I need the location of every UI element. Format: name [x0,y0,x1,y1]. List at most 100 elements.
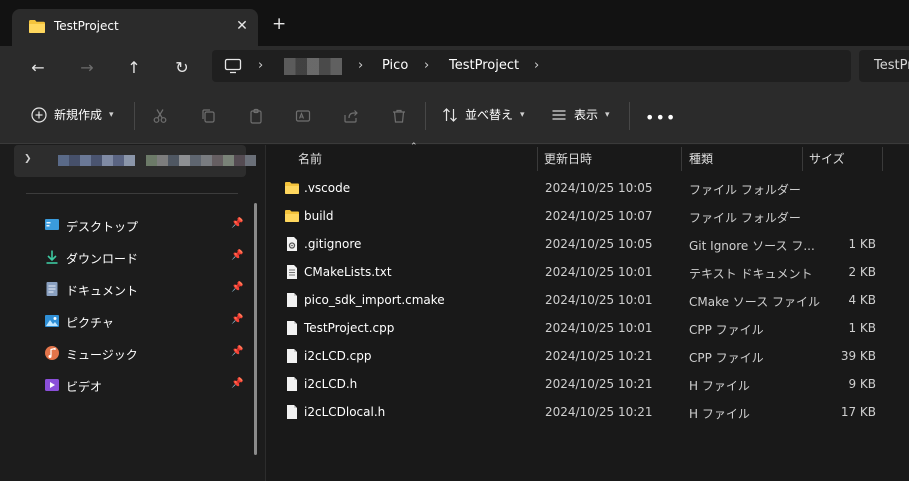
breadcrumb-testproject[interactable]: TestProject [449,58,519,73]
back-icon[interactable]: ← [27,56,49,78]
breadcrumb-separator: › [358,58,364,73]
pin-icon[interactable]: 📌 [231,282,243,293]
paste-icon[interactable] [246,106,266,126]
sidebar-item-label: ドキュメント [66,284,139,298]
file-icon [287,377,297,391]
close-tab-icon[interactable]: ✕ [232,16,252,36]
text-file-icon [287,265,297,279]
table-row[interactable]: i2cLCD.cpp 2024/10/25 10:21 CPP ファイル 39 … [266,342,909,370]
file-type: Git Ignore ソース フ... [689,239,815,253]
address-bar[interactable]: › › Pico › TestProject › [212,50,851,82]
sidebar-item-videos[interactable]: ビデオ 📌 [44,376,250,396]
sidebar-item-desktop[interactable]: デスクトップ 📌 [44,216,250,236]
more-options-icon[interactable]: ••• [645,108,676,127]
divider [629,102,630,130]
rename-icon[interactable] [293,106,313,126]
folder-icon [29,20,45,33]
cut-icon[interactable] [150,106,170,126]
chevron-down-icon: ▾ [109,109,114,120]
pin-icon[interactable]: 📌 [231,346,243,357]
chevron-down-icon: ▾ [520,109,525,120]
column-separator[interactable] [681,147,682,171]
file-name: i2cLCD.h [304,377,358,391]
view-label: 表示 [574,108,599,122]
file-size: 39 KB [840,349,876,363]
file-size: 4 KB [848,293,876,307]
file-type: H ファイル [689,407,750,421]
forward-icon[interactable]: → [76,56,98,78]
sort-label: 並べ替え [465,108,514,122]
file-name: CMakeLists.txt [304,265,392,279]
table-row[interactable]: .vscode 2024/10/25 10:05 ファイル フォルダー [266,174,909,202]
file-list: ⌃ 名前 更新日時 種類 サイズ .vscode 2024/10/25 10:0… [266,142,909,481]
table-row[interactable]: TestProject.cpp 2024/10/25 10:01 CPP ファイ… [266,314,909,342]
sidebar-item-downloads[interactable]: ダウンロード 📌 [44,248,250,268]
file-size: 1 KB [848,237,876,251]
tab-testproject[interactable]: TestProject ✕ [12,9,258,46]
address-row: ← → ↑ ↻ › › Pico › TestProject › TestPr [0,46,909,88]
column-separator[interactable] [537,147,538,171]
file-icon [287,293,297,307]
search-input[interactable]: TestPr [859,50,909,82]
table-row[interactable]: build 2024/10/25 10:07 ファイル フォルダー [266,202,909,230]
sort-button[interactable]: 並べ替え ▾ [442,106,525,123]
up-icon[interactable]: ↑ [123,56,145,78]
folder-icon [285,182,299,194]
file-name: .vscode [304,181,351,195]
new-button[interactable]: 新規作成 ▾ [31,106,114,123]
table-row[interactable]: CMakeLists.txt 2024/10/25 10:01 テキスト ドキュ… [266,258,909,286]
file-modified: 2024/10/25 10:05 [545,181,653,195]
navigation-pane: ❯ デスクトップ 📌 ダウンロード 📌 ドキュメント 📌 ピクチャ 📌 ミュージ… [0,145,265,481]
file-size: 17 KB [840,405,876,419]
pin-icon[interactable]: 📌 [231,314,243,325]
column-separator[interactable] [802,147,803,171]
pin-icon[interactable]: 📌 [231,250,243,261]
breadcrumb-pico[interactable]: Pico [382,58,408,73]
table-row[interactable]: i2cLCD.h 2024/10/25 10:21 H ファイル 9 KB [266,370,909,398]
file-modified: 2024/10/25 10:07 [545,209,653,223]
sidebar-item-documents[interactable]: ドキュメント 📌 [44,280,250,300]
sidebar-scrollbar[interactable] [254,203,257,455]
delete-icon[interactable] [389,106,409,126]
redacted-breadcrumb [284,58,342,75]
file-modified: 2024/10/25 10:21 [545,377,653,391]
chevron-right-icon[interactable]: ❯ [24,154,32,164]
column-header-size[interactable]: サイズ [809,150,845,167]
video-icon [45,379,59,391]
column-header-name[interactable]: 名前 [298,150,322,167]
column-separator[interactable] [882,147,883,171]
file-size: 1 KB [848,321,876,335]
pin-icon[interactable]: 📌 [231,378,243,389]
file-type: テキスト ドキュメント [689,267,813,281]
divider [134,102,135,130]
column-header-modified[interactable]: 更新日時 [544,150,592,167]
gear-file-icon [287,237,297,251]
file-name: i2cLCD.cpp [304,349,372,363]
table-row[interactable]: .gitignore 2024/10/25 10:05 Git Ignore ソ… [266,230,909,258]
table-row[interactable]: pico_sdk_import.cmake 2024/10/25 10:01 C… [266,286,909,314]
column-header-type[interactable]: 種類 [689,150,713,167]
tab-title: TestProject [54,19,119,33]
new-label: 新規作成 [54,108,103,122]
refresh-icon[interactable]: ↻ [171,56,193,78]
file-type: H ファイル [689,379,750,393]
file-name: TestProject.cpp [304,321,395,335]
file-modified: 2024/10/25 10:21 [545,349,653,363]
command-bar: 新規作成 ▾ 並べ替え ▾ 表示 ▾ ••• [0,88,909,144]
pin-icon[interactable]: 📌 [231,218,243,229]
sidebar-item-label: ダウンロード [66,252,139,266]
file-size: 9 KB [848,377,876,391]
view-button[interactable]: 表示 ▾ [551,106,610,123]
new-tab-icon[interactable]: + [272,14,286,34]
share-icon[interactable] [341,106,361,126]
sidebar-item-redacted[interactable]: ❯ [14,145,256,177]
sidebar-item-label: ビデオ [66,380,103,394]
copy-icon[interactable] [198,106,218,126]
sidebar-item-pictures[interactable]: ピクチャ 📌 [44,312,250,332]
table-row[interactable]: i2cLCDlocal.h 2024/10/25 10:21 H ファイル 17… [266,398,909,426]
download-icon [46,250,58,264]
breadcrumb-separator[interactable]: › [534,58,539,73]
sidebar-item-label: ピクチャ [66,316,114,330]
sidebar-item-music[interactable]: ミュージック 📌 [44,344,250,364]
file-modified: 2024/10/25 10:05 [545,237,653,251]
